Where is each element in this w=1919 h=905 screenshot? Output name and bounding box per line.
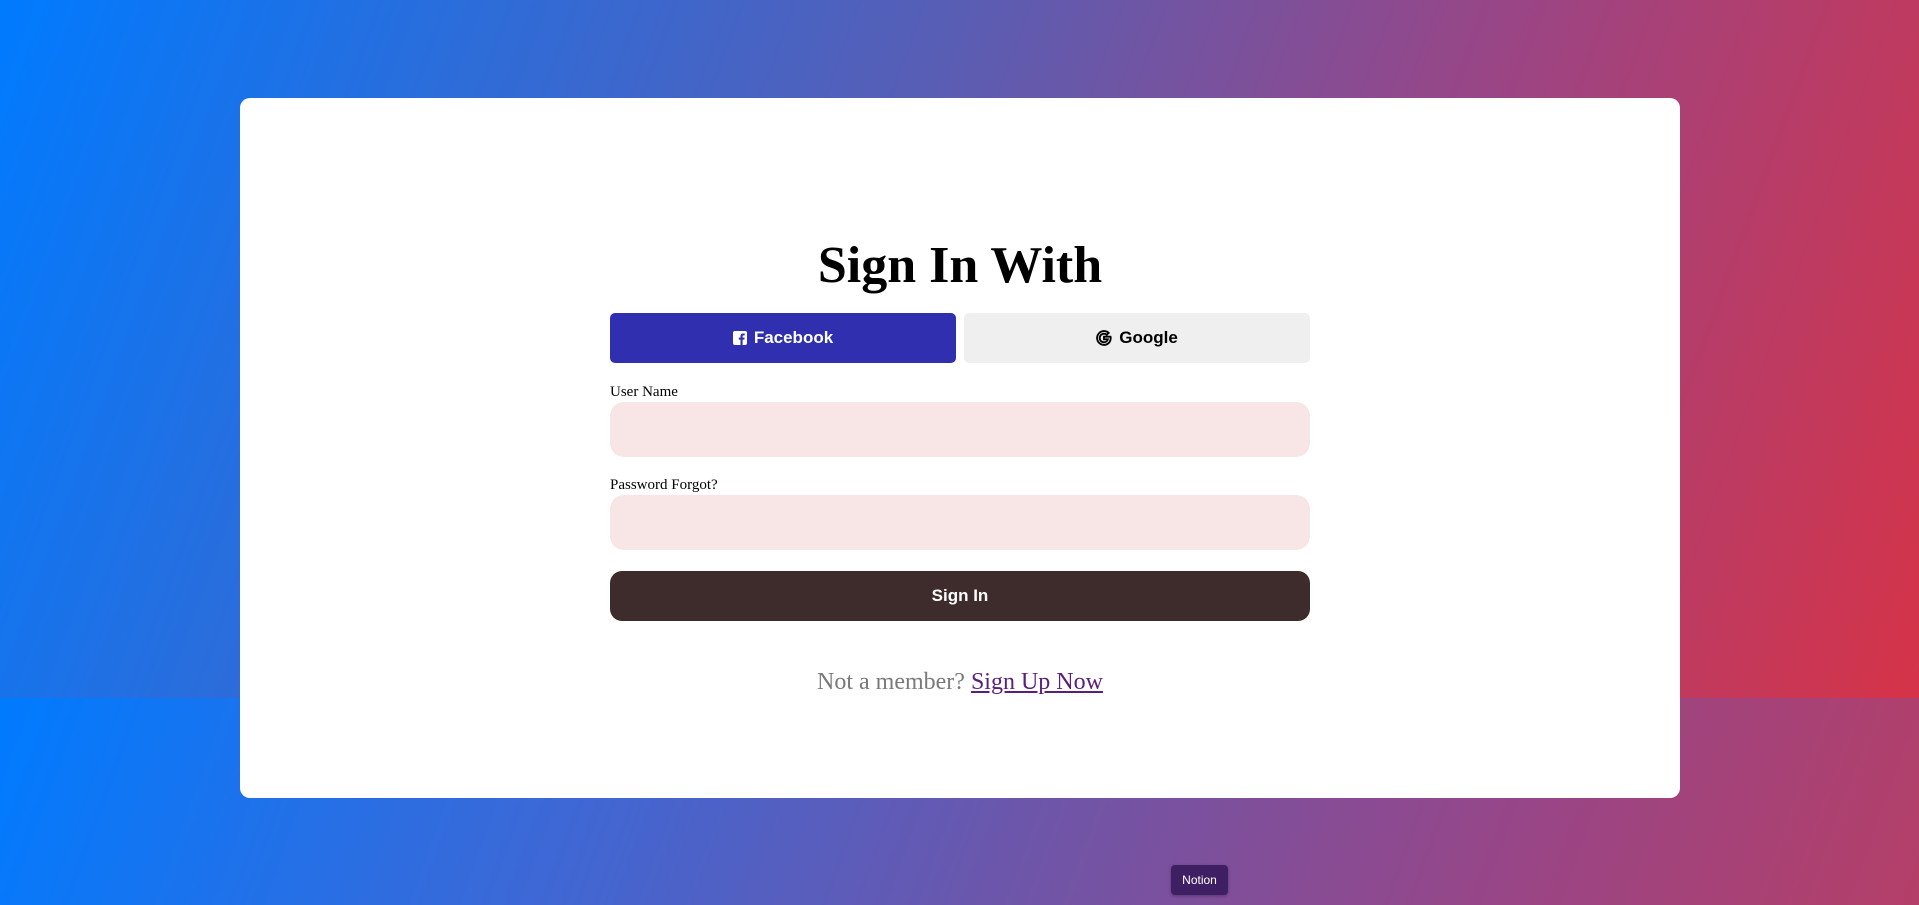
sign-in-form: Sign In With Facebook Google User Name P… bbox=[610, 228, 1310, 696]
facebook-button[interactable]: Facebook bbox=[610, 313, 956, 363]
page-title: Sign In With bbox=[817, 237, 1103, 294]
facebook-button-label: Facebook bbox=[753, 328, 834, 347]
google-button-label: Google bbox=[1119, 328, 1178, 347]
notion-badge[interactable]: Notion bbox=[1171, 865, 1228, 895]
google-button[interactable]: Google bbox=[964, 313, 1310, 363]
password-label: Password Forgot? bbox=[610, 477, 718, 493]
signup-prompt: Not a member? Sign Up Now bbox=[610, 669, 1310, 696]
username-input[interactable] bbox=[610, 402, 1310, 457]
social-login-row: Facebook Google bbox=[610, 313, 1310, 363]
google-g-icon bbox=[1096, 330, 1112, 346]
username-label: User Name bbox=[610, 384, 678, 400]
not-member-text: Not a member? bbox=[817, 669, 965, 695]
sign-in-button[interactable]: Sign In bbox=[610, 571, 1310, 621]
sign-in-card: Sign In With Facebook Google User Name P… bbox=[240, 98, 1680, 798]
facebook-square-icon bbox=[732, 331, 747, 345]
sign-up-link[interactable]: Sign Up Now bbox=[971, 669, 1103, 695]
password-input[interactable] bbox=[610, 495, 1310, 550]
